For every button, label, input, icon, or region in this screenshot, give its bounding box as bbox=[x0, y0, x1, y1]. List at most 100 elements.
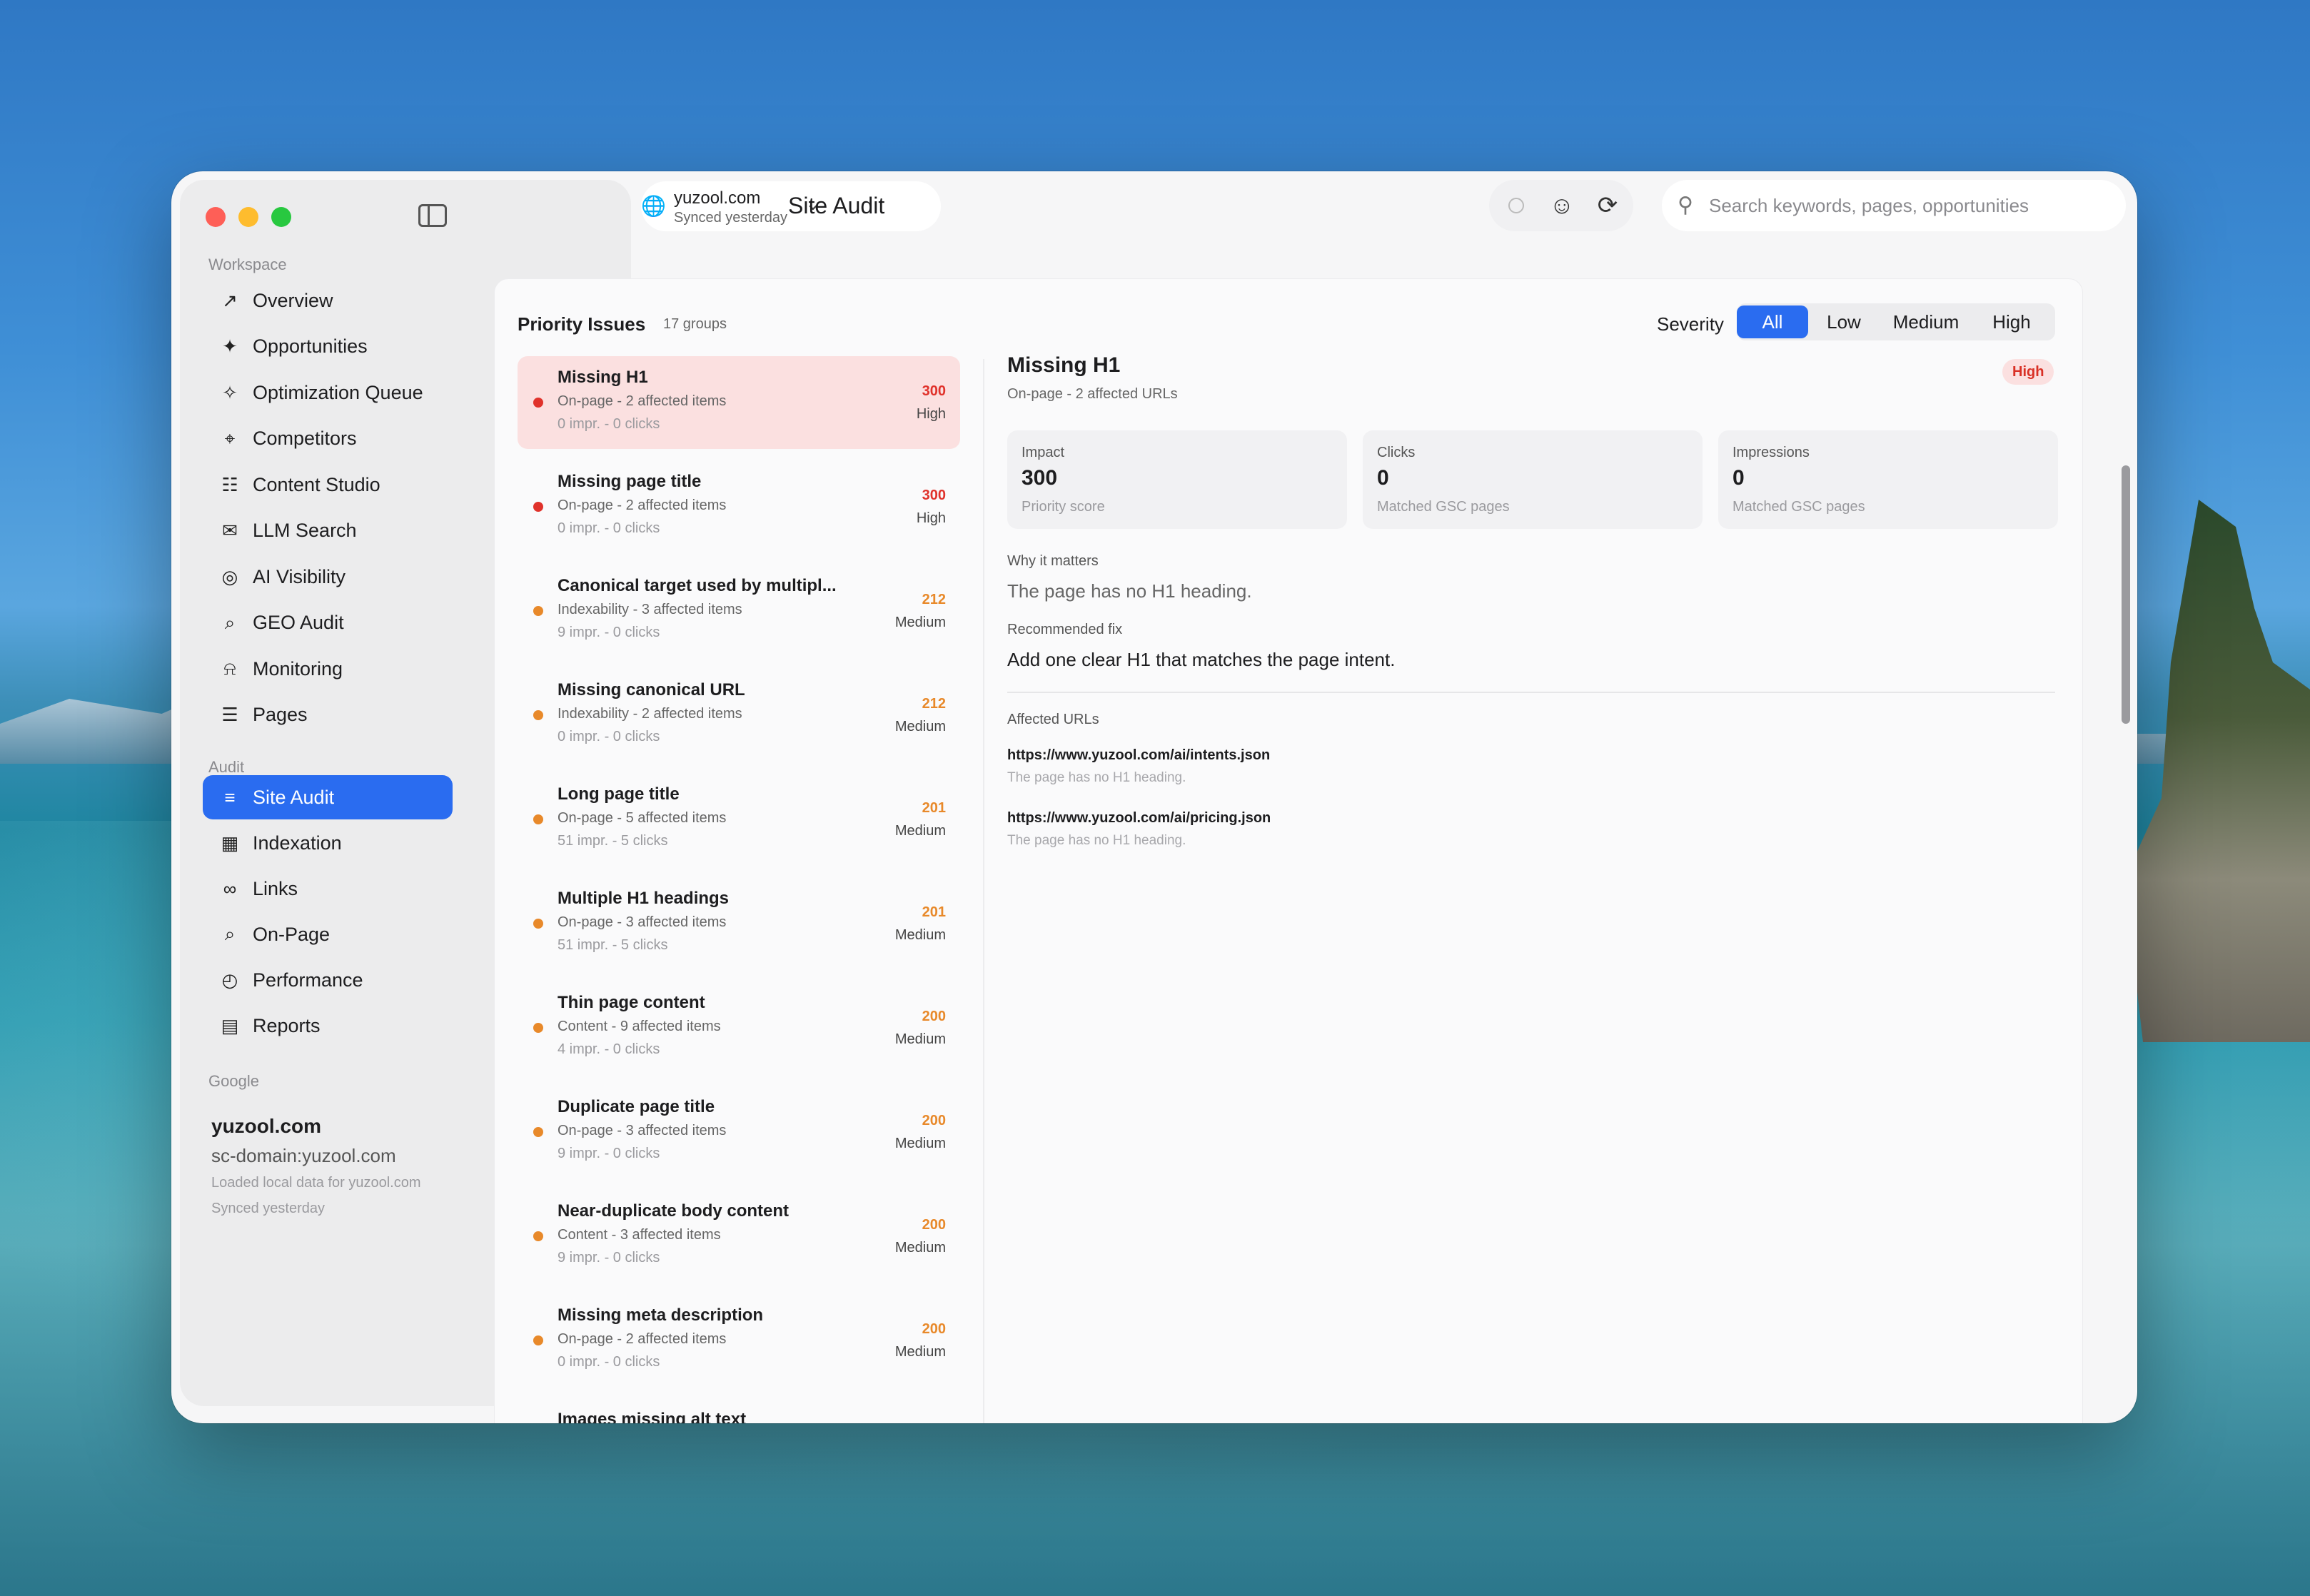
link-icon: ∞ bbox=[223, 877, 237, 899]
target-icon: ⌖ bbox=[224, 427, 236, 449]
scrollbar-thumb[interactable] bbox=[2122, 465, 2130, 724]
sidebar-item-geo-audit[interactable]: ⌕ GEO Audit bbox=[203, 601, 453, 645]
app-window: Workspace ↗ Overview ✦ Opportunities ✧ Optimi… bbox=[171, 171, 2137, 1423]
issue-score: 200 bbox=[922, 1321, 946, 1337]
issue-row[interactable]: Long page title On-page - 5 affected item… bbox=[518, 773, 960, 866]
severity-filter: All Low Medium High bbox=[1737, 303, 2055, 340]
severity-all[interactable]: All bbox=[1737, 305, 1808, 338]
site-name: yuzool.com bbox=[674, 188, 761, 208]
document-icon: ☷ bbox=[221, 473, 238, 495]
issue-meta: On-page - 2 affected items bbox=[558, 498, 727, 513]
issue-meta: On-page - 3 affected items bbox=[558, 1123, 727, 1138]
issue-title: Missing meta description bbox=[558, 1305, 764, 1325]
google-property: sc-domain:yuzool.com bbox=[211, 1145, 396, 1166]
bell-icon: ⍾ bbox=[223, 657, 236, 679]
severity-low[interactable]: Low bbox=[1808, 305, 1880, 338]
issue-meta: Indexability - 3 affected items bbox=[558, 602, 742, 617]
issue-title: Missing canonical URL bbox=[558, 680, 745, 699]
severity-high[interactable]: High bbox=[1972, 305, 2051, 338]
sidebar-item-label: Site Audit bbox=[253, 786, 335, 808]
search-input[interactable] bbox=[1708, 190, 2110, 221]
detail-title: Missing H1 bbox=[1007, 353, 1121, 377]
issue-stats: 0 impr. - 0 clicks bbox=[558, 416, 660, 432]
stat-value: 0 bbox=[1377, 466, 1389, 490]
google-section-label: Google bbox=[208, 1072, 259, 1090]
issue-row[interactable]: Multiple H1 headings On-page - 3 affected… bbox=[518, 877, 960, 970]
issue-meta: On-page - 5 affected items bbox=[558, 810, 727, 826]
sidebar-item-label: Links bbox=[253, 877, 298, 899]
sidebar-item-performance[interactable]: ◴ Performance bbox=[203, 958, 453, 1002]
sidebar-item-pages[interactable]: ☰ Pages bbox=[203, 693, 453, 737]
issue-title: Images missing alt text bbox=[558, 1410, 747, 1423]
issue-row[interactable]: Images missing alt text bbox=[518, 1398, 960, 1423]
sidebar-item-reports[interactable]: ▤ Reports bbox=[203, 1004, 453, 1048]
close-window-button[interactable] bbox=[206, 207, 226, 227]
sparkle-icon: ✦ bbox=[222, 335, 238, 357]
affected-url-link[interactable]: https://www.yuzool.com/ai/pricing.json bbox=[1007, 810, 1271, 827]
issue-row[interactable]: Duplicate page title On-page - 3 affected… bbox=[518, 1086, 960, 1178]
issue-title: Duplicate page title bbox=[558, 1097, 715, 1116]
google-load-note: Loaded local data for yuzool.com bbox=[211, 1175, 421, 1191]
issue-severity: Medium bbox=[894, 1344, 946, 1360]
sidebar-toggle-icon[interactable] bbox=[418, 204, 447, 227]
why-label: Why it matters bbox=[1007, 553, 1099, 569]
sidebar-item-label: Opportunities bbox=[253, 335, 368, 357]
issue-row[interactable]: Thin page content Content - 9 affected it… bbox=[518, 981, 960, 1074]
zoom-window-button[interactable] bbox=[271, 207, 291, 227]
severity-medium[interactable]: Medium bbox=[1880, 305, 1972, 338]
severity-dot-icon bbox=[533, 919, 543, 929]
sidebar-item-label: Monitoring bbox=[253, 657, 343, 680]
issue-row[interactable]: Missing page title On-page - 2 affected i… bbox=[518, 460, 960, 553]
page-icon: ☰ bbox=[221, 704, 238, 725]
sidebar-item-content-studio[interactable]: ☷ Content Studio bbox=[203, 463, 453, 507]
sidebar-item-opportunities[interactable]: ✦ Opportunities bbox=[203, 325, 453, 369]
issue-row[interactable]: Near-duplicate body content Content - 3 a… bbox=[518, 1190, 960, 1283]
sidebar-item-on-page[interactable]: ⌕ On-Page bbox=[203, 912, 453, 956]
severity-dot-icon bbox=[533, 710, 543, 720]
affected-url-link[interactable]: https://www.yuzool.com/ai/intents.json bbox=[1007, 747, 1270, 764]
issue-row[interactable]: Canonical target used by multipl... Index… bbox=[518, 565, 960, 657]
google-sync-note: Synced yesterday bbox=[211, 1201, 325, 1216]
severity-dot-icon bbox=[533, 1023, 543, 1033]
issue-row[interactable]: Missing H1 On-page - 2 affected items 0 im… bbox=[518, 356, 960, 449]
issue-score: 300 bbox=[922, 383, 946, 399]
issue-score: 300 bbox=[922, 488, 946, 503]
issue-title: Missing H1 bbox=[558, 368, 648, 387]
minimize-window-button[interactable] bbox=[238, 207, 258, 227]
sidebar-item-llm-search[interactable]: ✉ LLM Search bbox=[203, 509, 453, 553]
sidebar-item-ai-visibility[interactable]: ◎ AI Visibility bbox=[203, 555, 453, 599]
sidebar-item-overview[interactable]: ↗ Overview bbox=[203, 278, 453, 323]
sidebar-item-optimization-queue[interactable]: ✧ Optimization Queue bbox=[203, 370, 453, 415]
google-domain: yuzool.com bbox=[211, 1115, 322, 1137]
sidebar-item-label: GEO Audit bbox=[253, 612, 344, 633]
affected-urls-label: Affected URLs bbox=[1007, 712, 1099, 727]
sidebar-item-label: Pages bbox=[253, 704, 308, 725]
issue-title: Missing page title bbox=[558, 472, 702, 491]
checklist-icon: ≡ bbox=[224, 786, 236, 808]
issue-severity: Medium bbox=[894, 615, 946, 630]
sidebar-item-indexation[interactable]: ▦ Indexation bbox=[203, 821, 453, 865]
issue-severity: Medium bbox=[894, 719, 946, 734]
stat-hint: Matched GSC pages bbox=[1377, 499, 1510, 515]
account-icon[interactable]: ☺ bbox=[1545, 188, 1579, 223]
globe-icon: 🌐 bbox=[641, 195, 666, 217]
issue-row[interactable]: Missing meta description On-page - 2 affe… bbox=[518, 1294, 960, 1387]
site-sync-status: Synced yesterday bbox=[674, 210, 787, 226]
issue-meta: On-page - 2 affected items bbox=[558, 393, 727, 409]
issue-stats: 9 impr. - 0 clicks bbox=[558, 1146, 660, 1161]
severity-dot-icon bbox=[533, 398, 543, 408]
magnify-icon: ⌕ bbox=[224, 611, 236, 633]
issue-row[interactable]: Missing canonical URL Indexability - 2 af… bbox=[518, 669, 960, 762]
impressions-stat: Impressions 0 Matched GSC pages bbox=[1718, 430, 2058, 529]
refresh-icon[interactable]: ⟳ bbox=[1590, 188, 1625, 223]
sidebar-item-links[interactable]: ∞ Links bbox=[203, 867, 453, 911]
sidebar-item-competitors[interactable]: ⌖ Competitors bbox=[203, 417, 453, 461]
status-indicator-icon[interactable] bbox=[1499, 188, 1533, 223]
why-text: The page has no H1 heading. bbox=[1007, 580, 1252, 602]
severity-badge: High bbox=[2002, 359, 2054, 385]
sidebar-item-site-audit[interactable]: ≡ Site Audit bbox=[203, 775, 453, 819]
gauge-icon: ◴ bbox=[221, 969, 238, 991]
sidebar-item-monitoring[interactable]: ⍾ Monitoring bbox=[203, 647, 453, 691]
sidebar-item-label: LLM Search bbox=[253, 520, 357, 541]
search-field[interactable]: ⚲ bbox=[1662, 180, 2126, 231]
